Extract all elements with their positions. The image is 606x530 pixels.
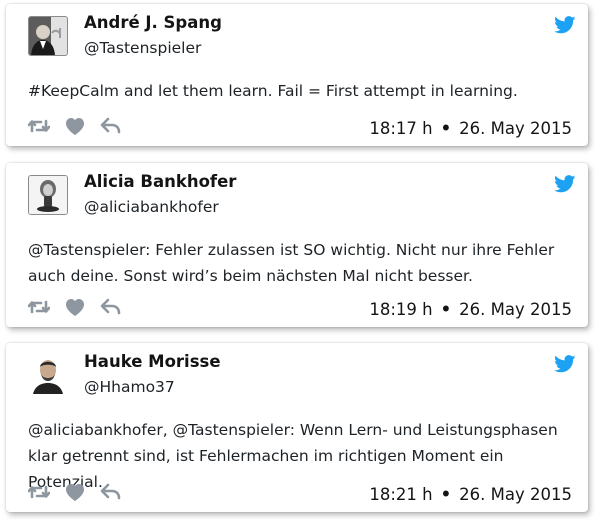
separator-dot: • [440,300,452,319]
tweet-card: Hauke Morisse @Hhamo37 @aliciabankhofer,… [6,343,588,512]
user-handle[interactable]: @Tastenspieler [84,39,201,57]
tweet-timestamp[interactable]: 18:19 h • 26. May 2015 [369,300,572,319]
tweet-timestamp[interactable]: 18:17 h • 26. May 2015 [369,119,572,138]
twitter-bird-icon[interactable] [554,16,576,34]
tweet-text: @Tastenspieler: Fehler zulassen ist SO w… [28,241,555,285]
user-name[interactable]: André J. Spang [84,13,222,32]
heart-icon[interactable] [64,297,86,317]
twitter-bird-icon[interactable] [554,175,576,193]
user-photo-icon [29,17,67,55]
retweet-icon[interactable] [28,297,50,317]
tweet-date: 26. May 2015 [459,300,572,319]
reply-icon[interactable] [100,297,122,317]
reply-icon[interactable] [100,116,122,136]
user-name[interactable]: Alicia Bankhofer [84,172,236,191]
tweet-card: André J. Spang @Tastenspieler #KeepCalm … [6,4,588,146]
heart-icon[interactable] [64,116,86,136]
user-handle[interactable]: @aliciabankhofer [84,198,219,216]
user-photo-icon [29,356,67,394]
tweet-timestamp[interactable]: 18:21 h • 26. May 2015 [369,485,572,504]
tweet-date: 26. May 2015 [459,119,572,138]
avatar[interactable] [28,16,68,56]
heart-icon[interactable] [64,482,86,502]
tweet-text: #KeepCalm and let them learn. Fail = Fir… [28,82,518,100]
tweet-date: 26. May 2015 [459,485,572,504]
retweet-icon[interactable] [28,116,50,136]
separator-dot: • [440,119,452,138]
tweet-time: 18:21 h [369,485,433,504]
retweet-icon[interactable] [28,482,50,502]
tweet-time: 18:19 h [369,300,433,319]
user-handle[interactable]: @Hhamo37 [84,378,175,396]
twitter-bird-icon[interactable] [554,355,576,373]
user-name[interactable]: Hauke Morisse [84,352,221,371]
avatar[interactable] [28,175,68,215]
reply-icon[interactable] [100,482,122,502]
user-cartoon-icon [29,176,67,214]
separator-dot: • [440,485,452,504]
avatar[interactable] [28,355,68,395]
tweet-time: 18:17 h [369,119,433,138]
tweet-card: Alicia Bankhofer @aliciabankhofer @Taste… [6,163,588,327]
